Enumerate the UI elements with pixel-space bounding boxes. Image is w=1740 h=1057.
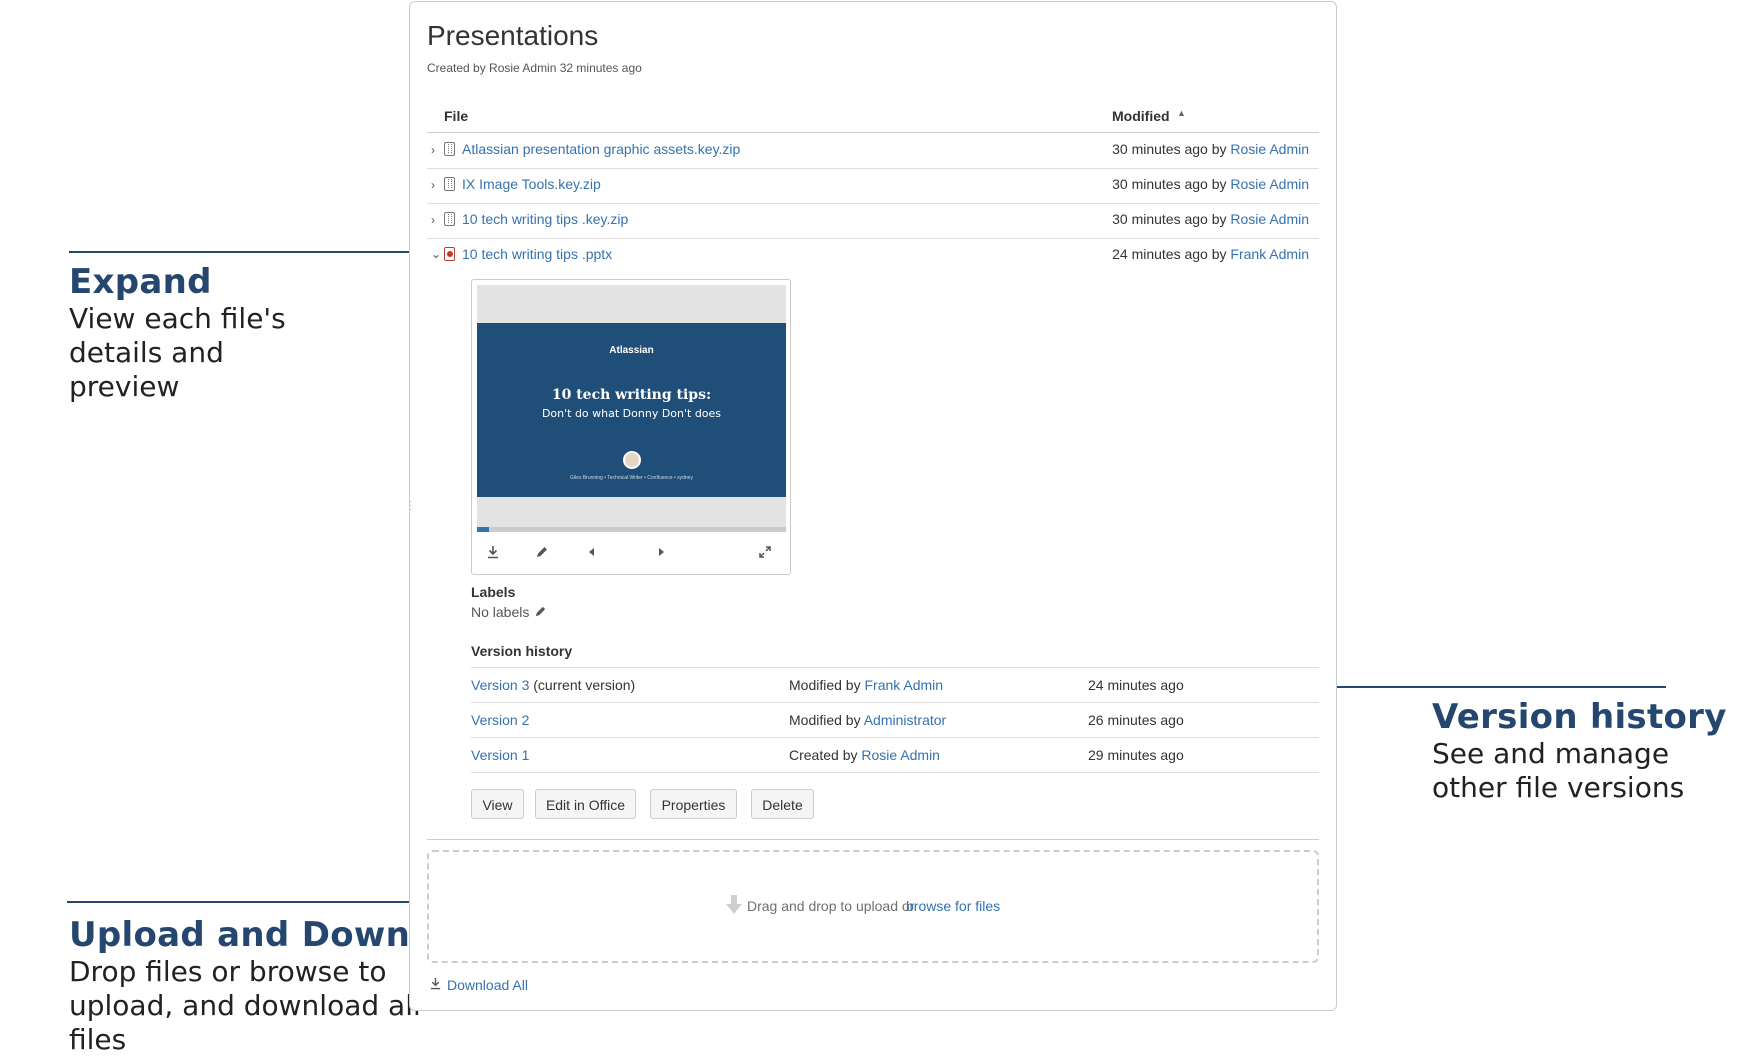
view-button[interactable]: View — [471, 789, 524, 819]
upload-arrow-icon — [723, 894, 745, 916]
version-cell: Version 3 (current version) — [471, 677, 635, 693]
version-link[interactable]: Version 3 — [471, 677, 529, 693]
version-user-link[interactable]: Administrator — [864, 712, 946, 728]
slide-thumbnail[interactable]: Atlassian 10 tech writing tips: Don't do… — [477, 323, 786, 497]
properties-button[interactable]: Properties — [650, 789, 737, 819]
upload-dropzone[interactable]: Drag and drop to upload or browse for fi… — [427, 850, 1319, 963]
version-divider — [471, 772, 1319, 773]
version-cell: Version 2 — [471, 712, 529, 728]
callout-version-history: Version history See and manage other fil… — [1432, 697, 1727, 805]
slide-subtitle: Don't do what Donny Don't does — [541, 407, 722, 420]
table-row-expanded[interactable]: ⌄ 10 tech writing tips .pptx 24 minutes … — [427, 238, 1319, 273]
page-title: Presentations — [427, 20, 599, 51]
file-modified-text: 30 minutes ago by — [1112, 211, 1227, 227]
file-modified: 30 minutes ago by Rosie Admin — [1112, 176, 1309, 192]
file-name-link[interactable]: IX Image Tools.key.zip — [462, 176, 601, 192]
file-modified: 30 minutes ago by Rosie Admin — [1112, 141, 1309, 157]
chevron-right-icon[interactable]: › — [431, 213, 435, 227]
version-user-link[interactable]: Rosie Admin — [861, 747, 940, 763]
version-time: 29 minutes ago — [1088, 747, 1184, 763]
callout-upload-download-connector — [67, 901, 417, 903]
next-icon[interactable] — [652, 545, 670, 563]
file-name-link[interactable]: Atlassian presentation graphic assets.ke… — [462, 141, 740, 157]
file-modified-text: 24 minutes ago by — [1112, 246, 1227, 262]
callout-expand-line-2: details and — [69, 336, 224, 369]
previous-icon[interactable] — [583, 545, 601, 563]
column-header-file[interactable]: File — [444, 108, 468, 124]
labels-heading: Labels — [471, 584, 516, 600]
version-row: Version 2 Modified by Administrator 26 m… — [471, 702, 1319, 737]
version-history-heading: Version history — [471, 643, 573, 659]
version-cell: Version 1 — [471, 747, 529, 763]
slide-footer: Giles Brunning • Technical Writer • Conf… — [570, 475, 693, 481]
version-time: 24 minutes ago — [1088, 677, 1184, 693]
version-action: Created by — [789, 747, 858, 763]
version-author-cell: Created by Rosie Admin — [789, 747, 940, 763]
file-modified-user-link[interactable]: Frank Admin — [1230, 246, 1309, 262]
chevron-right-icon[interactable]: › — [431, 178, 435, 192]
callout-version-history-line-1: See and manage — [1432, 737, 1670, 770]
avatar — [623, 451, 641, 469]
callout-expand-line-3: preview — [69, 370, 180, 403]
version-author-cell: Modified by Frank Admin — [789, 677, 943, 693]
pencil-icon[interactable] — [533, 545, 551, 563]
version-author-cell: Modified by Administrator — [789, 712, 946, 728]
version-action: Modified by — [789, 677, 861, 693]
download-icon[interactable] — [484, 545, 502, 563]
chevron-right-icon[interactable]: › — [431, 143, 435, 157]
column-header-modified[interactable]: Modified — [1112, 108, 1170, 124]
file-modified-user-link[interactable]: Rosie Admin — [1230, 141, 1309, 157]
pptx-file-icon — [444, 247, 455, 261]
slide-title: 10 tech writing tips: — [551, 387, 712, 403]
edit-in-office-button[interactable]: Edit in Office — [535, 789, 636, 819]
page-byline: Created by Rosie Admin 32 minutes ago — [427, 61, 642, 75]
resize-handle[interactable]: · · · — [409, 497, 412, 515]
version-row: Version 3 (current version) Modified by … — [471, 667, 1319, 702]
file-name-link[interactable]: 10 tech writing tips .pptx — [462, 246, 612, 262]
chevron-down-icon[interactable]: ⌄ — [431, 247, 441, 261]
callout-expand-connector — [69, 251, 425, 253]
version-link[interactable]: Version 2 — [471, 712, 529, 728]
file-modified: 30 minutes ago by Rosie Admin — [1112, 211, 1309, 227]
download-all-icon[interactable] — [429, 977, 442, 993]
file-modified-text: 30 minutes ago by — [1112, 176, 1227, 192]
browse-files-link[interactable]: browse for files — [906, 898, 1000, 914]
callout-expand: Expand View each file's details and prev… — [69, 262, 286, 404]
table-row[interactable]: › Atlassian presentation graphic assets.… — [427, 133, 1319, 168]
labels-value: No labels — [471, 604, 530, 620]
callout-version-history-line-2: other file versions — [1432, 771, 1685, 804]
download-all-link[interactable]: Download All — [447, 977, 528, 993]
edit-labels-pencil-icon[interactable] — [534, 605, 547, 621]
attachments-panel: · · · Presentations Created by Rosie Admin… — [409, 1, 1337, 1011]
zip-file-icon — [444, 177, 455, 191]
callout-version-history-title: Version history — [1432, 697, 1727, 737]
sort-ascending-icon[interactable]: ▲ — [1177, 108, 1186, 118]
file-modified-user-link[interactable]: Rosie Admin — [1230, 211, 1309, 227]
slide-logo: Atlassian — [609, 345, 654, 356]
callout-expand-title: Expand — [69, 262, 212, 302]
version-action: Modified by — [789, 712, 861, 728]
file-modified-user-link[interactable]: Rosie Admin — [1230, 176, 1309, 192]
table-row[interactable]: › IX Image Tools.key.zip 30 minutes ago … — [427, 168, 1319, 203]
zip-file-icon — [444, 212, 455, 226]
section-divider — [427, 839, 1319, 840]
version-link[interactable]: Version 1 — [471, 747, 529, 763]
fullscreen-icon[interactable] — [756, 545, 774, 563]
callout-expand-line-1: View each file's — [69, 302, 286, 335]
file-modified: 24 minutes ago by Frank Admin — [1112, 246, 1309, 262]
table-row[interactable]: › 10 tech writing tips .key.zip 30 minut… — [427, 203, 1319, 238]
file-name-link[interactable]: 10 tech writing tips .key.zip — [462, 211, 628, 227]
version-user-link[interactable]: Frank Admin — [864, 677, 943, 693]
file-modified-text: 30 minutes ago by — [1112, 141, 1227, 157]
delete-button[interactable]: Delete — [751, 789, 814, 819]
version-note: (current version) — [529, 677, 636, 693]
zip-file-icon — [444, 142, 455, 156]
preview-progress-fill — [477, 527, 490, 532]
file-preview[interactable]: Atlassian 10 tech writing tips: Don't do… — [471, 279, 791, 575]
version-time: 26 minutes ago — [1088, 712, 1184, 728]
preview-progress-bar — [477, 527, 786, 532]
version-row: Version 1 Created by Rosie Admin 29 minu… — [471, 737, 1319, 772]
upload-instructions: Drag and drop to upload or — [747, 898, 915, 914]
